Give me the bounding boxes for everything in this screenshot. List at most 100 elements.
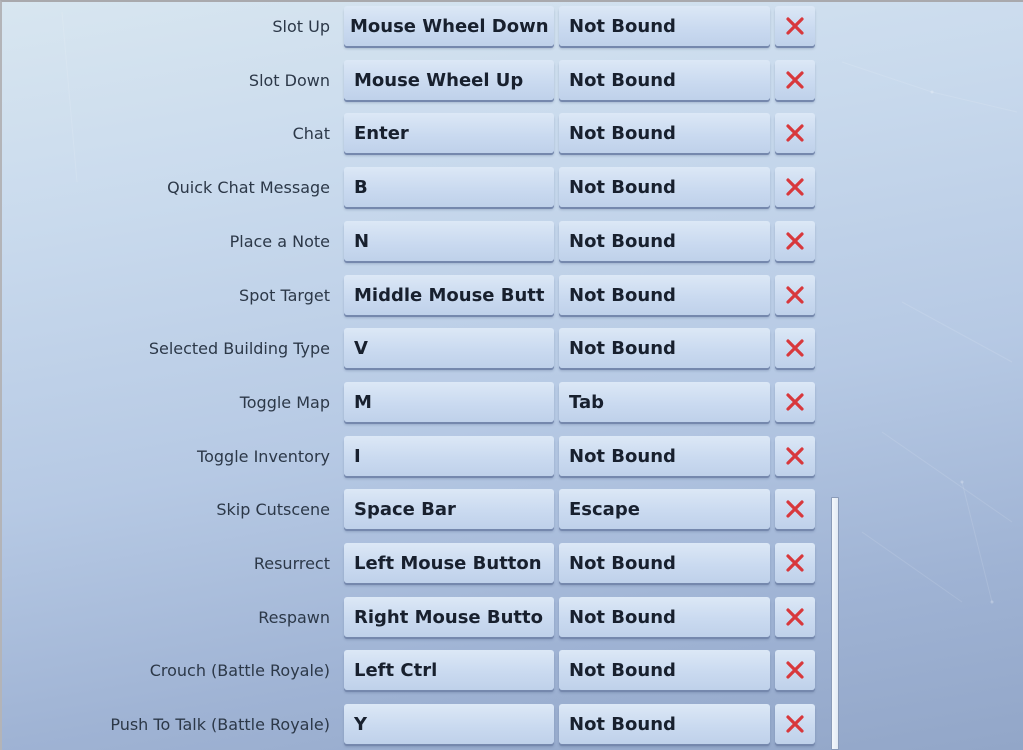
keybind-row: Quick Chat Message B Not Bound: [2, 167, 842, 211]
secondary-binding-button[interactable]: Not Bound: [559, 543, 770, 583]
keybind-action-label: Push To Talk (Battle Royale): [110, 715, 330, 735]
clear-binding-button[interactable]: [775, 489, 815, 530]
keybind-action-label: Skip Cutscene: [216, 500, 330, 520]
primary-binding-text: Mouse Wheel Up: [354, 69, 524, 91]
clear-binding-button[interactable]: [775, 59, 815, 100]
primary-binding-text: Enter: [354, 123, 409, 145]
keybind-action-label: Spot Target: [239, 285, 330, 305]
secondary-binding-button[interactable]: Not Bound: [559, 6, 770, 46]
primary-binding-button[interactable]: Space Bar: [344, 489, 554, 530]
primary-binding-text: V: [354, 338, 368, 360]
primary-binding-button[interactable]: Mouse Wheel Down: [344, 6, 554, 46]
secondary-binding-button[interactable]: Not Bound: [559, 274, 770, 315]
clear-binding-button[interactable]: [775, 596, 815, 637]
primary-binding-text: Middle Mouse Butt: [354, 284, 545, 306]
clear-binding-button[interactable]: [775, 113, 815, 154]
primary-binding-button[interactable]: Mouse Wheel Up: [344, 59, 554, 100]
keybind-row: Respawn Right Mouse Butto Not Bound: [2, 596, 842, 641]
clear-binding-button[interactable]: [775, 6, 815, 46]
secondary-binding-text: Not Bound: [569, 177, 676, 199]
primary-binding-text: B: [354, 177, 368, 199]
primary-binding-button[interactable]: B: [344, 167, 554, 208]
primary-binding-button[interactable]: Middle Mouse Butt: [344, 274, 554, 315]
primary-binding-text: Space Bar: [354, 499, 456, 521]
clear-binding-button[interactable]: [775, 328, 815, 369]
primary-binding-button[interactable]: Left Ctrl: [344, 650, 554, 691]
secondary-binding-button[interactable]: Not Bound: [559, 435, 770, 476]
secondary-binding-text: Not Bound: [569, 660, 676, 682]
keybind-row: Toggle Inventory I Not Bound: [2, 435, 842, 480]
primary-binding-button[interactable]: M: [344, 381, 554, 422]
close-x-icon: [786, 285, 804, 304]
primary-binding-button[interactable]: N: [344, 220, 554, 261]
close-x-icon: [786, 500, 804, 518]
secondary-binding-text: Not Bound: [569, 230, 676, 252]
clear-binding-button[interactable]: [775, 274, 815, 315]
keybind-row: Slot Down Mouse Wheel Up Not Bound: [2, 59, 842, 104]
primary-binding-button[interactable]: Y: [344, 704, 554, 745]
primary-binding-button[interactable]: V: [344, 328, 554, 369]
close-x-icon: [786, 446, 804, 465]
clear-binding-button[interactable]: [775, 435, 815, 476]
close-x-icon: [786, 178, 804, 196]
secondary-binding-text: Not Bound: [569, 606, 676, 628]
keybind-row: Slot Up Mouse Wheel Down Not Bound: [2, 6, 842, 50]
secondary-binding-button[interactable]: Not Bound: [559, 113, 770, 154]
primary-binding-button[interactable]: Left Mouse Button: [344, 543, 554, 583]
keybind-action-label: Resurrect: [253, 554, 330, 573]
secondary-binding-text: Tab: [569, 391, 604, 413]
primary-binding-text: Left Ctrl: [354, 660, 438, 682]
secondary-binding-button[interactable]: Escape: [559, 489, 770, 530]
close-x-icon: [786, 554, 804, 572]
secondary-binding-text: Not Bound: [569, 123, 676, 145]
close-x-icon: [786, 715, 804, 733]
clear-binding-button[interactable]: [775, 220, 815, 261]
clear-binding-button[interactable]: [775, 650, 815, 691]
secondary-binding-text: Not Bound: [569, 69, 676, 91]
close-x-icon: [786, 661, 804, 679]
clear-binding-button[interactable]: [775, 543, 815, 583]
primary-binding-text: Mouse Wheel Down: [350, 16, 549, 37]
keybind-row: Place a Note N Not Bound: [2, 220, 842, 265]
primary-binding-button[interactable]: Right Mouse Butto: [344, 596, 554, 637]
clear-binding-button[interactable]: [775, 381, 815, 422]
secondary-binding-text: Escape: [569, 499, 640, 521]
close-x-icon: [786, 17, 804, 35]
clear-binding-button[interactable]: [775, 704, 815, 745]
primary-binding-text: Left Mouse Button: [354, 553, 542, 574]
keybind-row: Selected Building Type V Not Bound: [2, 328, 842, 372]
close-x-icon: [786, 71, 804, 89]
primary-binding-text: Right Mouse Butto: [354, 606, 543, 628]
scrollbar-thumb[interactable]: [831, 497, 839, 750]
keybind-row: Push To Talk (Battle Royale) Y Not Bound: [2, 704, 842, 748]
primary-binding-text: N: [354, 230, 370, 252]
secondary-binding-button[interactable]: Not Bound: [559, 59, 770, 100]
primary-binding-button[interactable]: I: [344, 435, 554, 476]
close-x-icon: [786, 232, 804, 250]
keybind-action-label: Quick Chat Message: [167, 178, 330, 198]
primary-binding-text: M: [354, 391, 372, 413]
secondary-binding-button[interactable]: Not Bound: [559, 596, 770, 637]
keybind-action-label: Selected Building Type: [148, 339, 330, 359]
keybind-action-label: Chat: [292, 124, 330, 144]
secondary-binding-button[interactable]: Not Bound: [559, 650, 770, 691]
close-x-icon: [786, 393, 804, 411]
keybind-action-label: Crouch (Battle Royale): [149, 661, 330, 681]
keybind-row: Spot Target Middle Mouse Butt Not Bound: [2, 274, 842, 319]
secondary-binding-text: Not Bound: [569, 338, 676, 360]
keybind-row: Crouch (Battle Royale) Left Ctrl Not Bound: [2, 650, 842, 694]
secondary-binding-button[interactable]: Not Bound: [559, 220, 770, 261]
close-x-icon: [786, 608, 804, 626]
secondary-binding-text: Not Bound: [569, 445, 676, 467]
secondary-binding-button[interactable]: Not Bound: [559, 167, 770, 208]
primary-binding-button[interactable]: Enter: [344, 113, 554, 154]
close-x-icon: [786, 124, 804, 142]
secondary-binding-text: Not Bound: [569, 714, 676, 736]
close-x-icon: [786, 339, 804, 357]
keybind-action-label: Place a Note: [229, 231, 330, 251]
secondary-binding-button[interactable]: Tab: [559, 381, 770, 422]
clear-binding-button[interactable]: [775, 167, 815, 208]
primary-binding-text: Y: [354, 714, 368, 736]
secondary-binding-button[interactable]: Not Bound: [559, 704, 770, 745]
secondary-binding-button[interactable]: Not Bound: [559, 328, 770, 369]
